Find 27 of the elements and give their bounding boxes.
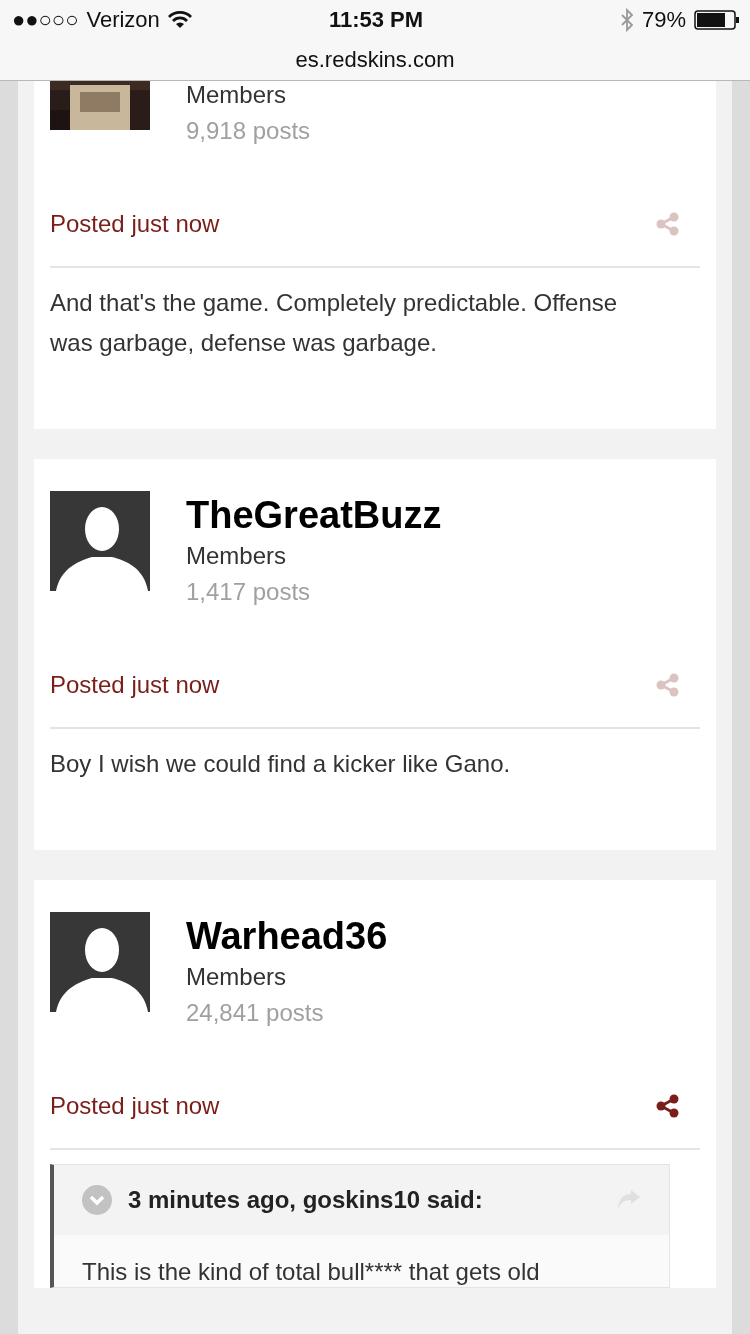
- member-group: Members: [186, 960, 388, 994]
- bluetooth-icon: [619, 8, 634, 32]
- battery-icon: [694, 10, 740, 30]
- post-count: 24,841 posts: [186, 998, 325, 1028]
- post-date[interactable]: Posted just now: [50, 669, 220, 701]
- status-time: 11:53 PM: [328, 7, 424, 33]
- url-bar[interactable]: es.redskins.com: [0, 40, 750, 80]
- quote-citation: 3 minutes ago, goskins10 said:: [128, 1186, 484, 1214]
- carrier-name: Verizon: [86, 7, 160, 33]
- post-date[interactable]: Posted just now: [50, 208, 220, 240]
- wifi-icon: [167, 11, 192, 29]
- post-text: Boy I wish we could find a kicker like Gano.: [50, 749, 512, 779]
- quote-text: This is the kind of total bull**** that gets old: [81, 1257, 541, 1287]
- avatar-silhouette-icon: [50, 491, 150, 591]
- post-date[interactable]: Posted just now: [50, 1090, 220, 1122]
- avatar-silhouette-icon: [50, 912, 150, 1012]
- post-count: 1,417 posts: [186, 577, 312, 607]
- battery-percent: 79%: [641, 7, 686, 33]
- username[interactable]: TheGreatBuzz: [186, 491, 442, 539]
- share-icon[interactable]: [656, 1094, 680, 1118]
- member-group: Members: [186, 78, 311, 112]
- post-text: And that's the game. Completely predictable. Offense was garbage, defense was garbage.: [50, 288, 619, 358]
- member-group: Members: [186, 539, 442, 573]
- post-count: 9,918 posts: [186, 116, 311, 146]
- username[interactable]: Warhead36: [186, 912, 388, 960]
- chevron-down-icon[interactable]: [82, 1185, 112, 1215]
- signal-strength: ●●○○○: [12, 7, 79, 33]
